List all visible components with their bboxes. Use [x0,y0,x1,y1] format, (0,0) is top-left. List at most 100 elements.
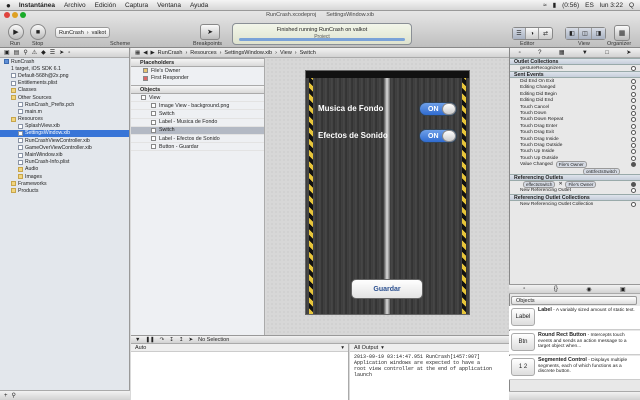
navigator-item[interactable]: Default-568h@2x.png [0,72,129,79]
navigator-item[interactable]: Audio [0,166,129,173]
library-category-select[interactable]: Objects [511,296,637,305]
input-flag[interactable]: ES [585,2,594,9]
apple-menu-icon[interactable]: ● [6,1,11,10]
navigator-item[interactable]: SettingsWindow.xib [0,129,129,138]
navigator-item[interactable]: Products [0,187,129,194]
outline-object[interactable]: View [131,94,264,103]
step-in-icon[interactable]: ↧ [169,337,174,343]
connection-circle-icon[interactable] [631,149,636,155]
navigator-item[interactable]: Images [0,173,129,180]
crumb-file[interactable]: SettingsWindow.xib [224,50,272,56]
placeholder-files-owner[interactable]: File's Owner [131,67,264,75]
run-button[interactable]: ▶ [8,24,24,40]
connection-circle-icon[interactable] [631,98,636,104]
placeholder-first-responder[interactable]: First Responder [131,75,264,83]
outlet-collections-header[interactable]: Outlet Collections [510,58,640,65]
breakpoint-nav-icon[interactable]: ➤ [59,49,64,56]
utilities-toggle-icon[interactable]: ◨ [592,28,605,39]
switch-effects[interactable]: ON [419,129,457,143]
menu-captura[interactable]: Captura [125,2,148,9]
library-item[interactable]: 1 2 Segmented Control - Displays multiple… [509,356,640,380]
close-window-icon[interactable] [4,12,10,18]
chevron-down-icon[interactable]: ▾ [341,345,344,351]
menu-archivo[interactable]: Archivo [64,2,86,9]
minimize-window-icon[interactable] [12,12,18,18]
navigator-item[interactable]: main.m [0,108,129,115]
label-musica-de-fondo[interactable]: Musica de Fondo [318,104,383,113]
tab-project[interactable]: RunCrash.xcodeproj [266,12,316,18]
library-item[interactable]: Label Label - A variably sized amount of … [509,306,640,330]
search-icon[interactable]: ⚲ [23,49,27,56]
pause-icon[interactable]: ❚❚ [145,337,154,343]
wifi-icon[interactable]: ≈ [543,2,547,9]
step-out-icon[interactable]: ↥ [179,337,184,343]
menu-ventana[interactable]: Ventana [157,2,181,9]
connection-circle-icon[interactable] [631,91,636,97]
spotlight-icon[interactable]: Q [629,2,634,9]
navigator-item[interactable]: SplashView.xib [0,123,129,130]
navigator-item[interactable]: GameOverViewController.xib [0,144,129,151]
placeholders-header[interactable]: Placeholders [131,58,264,67]
navigator-item[interactable]: RunCrashViewController.xib [0,137,129,144]
size-icon[interactable]: □ [605,50,609,56]
crumb-project[interactable]: RunCrash [158,50,183,56]
connection-filled-icon[interactable] [631,181,636,187]
filter-icon[interactable]: ⚲ [12,392,16,399]
navigator-item[interactable]: RunCrash [0,58,129,65]
outline-object[interactable]: Switch [131,126,264,135]
objects-header[interactable]: Objects [131,85,264,94]
sent-events-header[interactable]: Sent Events [510,71,640,79]
hide-debug-icon[interactable]: ▼ [135,337,140,343]
navigator-item[interactable]: MainWindow.xib [0,151,129,158]
scheme-selector[interactable]: RunCrash › valkot [55,27,110,38]
outline-object[interactable]: Button - Guardar [131,143,264,152]
menu-instantanea[interactable]: Instantánea [19,2,55,9]
add-icon[interactable]: + [4,393,8,399]
battery-icon[interactable]: ▮ [553,1,557,9]
folder-icon[interactable]: ▣ [4,49,10,56]
settings-view[interactable]: Musica de Fondo ON Efectos de Sonido ON … [305,70,470,315]
referencing-collections-header[interactable]: Referencing Outlet Collections [510,194,640,202]
outline-object[interactable]: Switch [131,110,264,119]
connection-circle-icon[interactable] [631,130,636,136]
navigator-item[interactable]: Frameworks [0,180,129,187]
chevron-down-icon[interactable]: ▾ [381,345,384,351]
navigator-item[interactable]: RunCrash_Prefix.pch [0,101,129,108]
outline-object[interactable]: Image View - background.png [131,102,264,111]
console-log[interactable]: 2013-09-19 03:14:47.951 RunCrash[1457:90… [350,352,509,380]
new-referencing-collection[interactable]: New Referencing Outlet Collection [510,201,640,207]
tab-xib[interactable]: SettingsWindow.xib [326,12,374,18]
outline-object[interactable]: Label - Musica de Fondo [131,119,264,127]
connection-circle-icon[interactable] [631,85,636,91]
crumb-switch[interactable]: Switch [300,50,316,56]
step-over-icon[interactable]: ↷ [160,337,165,343]
debug-toggle-icon[interactable]: ◫ [579,28,592,39]
object-library-icon[interactable]: ◉ [586,286,591,293]
menu-ayuda[interactable]: Ayuda [190,2,208,9]
version-editor-icon[interactable]: ⇄ [539,28,552,39]
outlet-gesture-recognizers[interactable]: gestureRecognizers [510,65,640,71]
symbol-icon[interactable]: ▤ [14,49,20,56]
navigator-item[interactable]: Other Sources [0,94,129,101]
switch-music[interactable]: ON [419,102,457,116]
connection-circle-icon[interactable] [631,201,636,207]
connection-circle-icon[interactable] [631,117,636,123]
menu-edicion[interactable]: Edición [95,2,116,9]
crumb-view[interactable]: View [280,50,292,56]
location-icon[interactable]: ➤ [189,337,194,343]
assistant-editor-icon[interactable]: ◑ [526,28,539,39]
log-icon[interactable]: ▫ [68,50,70,56]
connection-circle-icon[interactable] [631,155,636,161]
outline-object[interactable]: Label - Efectos de Sonido [131,135,264,144]
connection-circle-icon[interactable] [631,79,636,85]
editor-segment[interactable]: ☰ ◑ ⇄ [512,27,553,40]
navigator-item[interactable]: 1 target, iOS SDK 6.1 [0,65,129,72]
connection-filled-icon[interactable] [631,162,636,168]
navigator-item[interactable]: RunCrash-Info.plist [0,159,129,166]
warning-icon[interactable]: ⚠ [32,49,37,56]
related-files-icon[interactable]: ▦ [135,50,140,56]
standard-editor-icon[interactable]: ☰ [513,28,526,39]
identity-icon[interactable]: ▦ [559,49,565,56]
connection-circle-icon[interactable] [631,123,636,129]
label-efectos-de-sonido[interactable]: Efectos de Sonido [318,131,388,140]
